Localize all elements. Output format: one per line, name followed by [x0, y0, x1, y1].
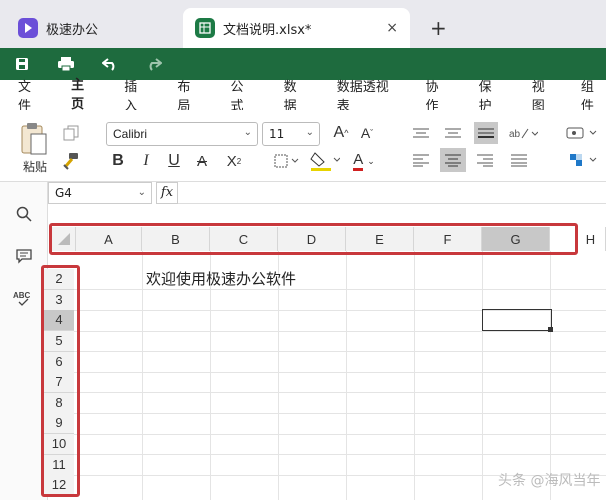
cell-b2-content[interactable]: 欢迎使用极速办公软件	[146, 268, 296, 289]
chevron-down-icon: ⌄	[305, 127, 314, 138]
menu-insert[interactable]: 插入	[124, 76, 149, 114]
copy-icon[interactable]	[62, 124, 80, 142]
grow-font-label: A	[333, 124, 345, 141]
font-name-value: Calibri	[113, 127, 148, 141]
tab-document[interactable]: 文档说明.xlsx* ×	[183, 8, 410, 48]
ribbon	[0, 110, 606, 182]
column-header-h[interactable]: H	[576, 227, 606, 251]
align-left-icon[interactable]	[410, 150, 432, 170]
align-top-icon[interactable]	[410, 124, 432, 142]
app-logo-icon	[18, 18, 38, 38]
tab-label: 文档说明.xlsx*	[223, 22, 312, 38]
fx-button[interactable]: fx	[156, 182, 178, 204]
chevron-down-icon: ⌄	[137, 187, 146, 198]
align-middle-icon[interactable]	[442, 124, 464, 142]
menu-bar: 文件 主页 插入 布局 公式 数据 数据透视表 协作 保护 视图 组件	[0, 78, 606, 117]
font-size-value: 11	[269, 127, 285, 141]
strikethrough-button[interactable]: A	[192, 150, 212, 172]
justify-icon[interactable]	[508, 150, 530, 170]
sheet-grid[interactable]	[48, 222, 606, 500]
grid-line	[74, 351, 606, 352]
tab-bar: 极速办公 文档说明.xlsx* × +	[0, 0, 606, 48]
borders-icon[interactable]	[272, 150, 302, 172]
comment-icon[interactable]	[14, 246, 34, 266]
menu-view[interactable]: 视图	[532, 76, 557, 114]
font-color-label: A	[353, 151, 364, 171]
column-header-highlight	[49, 223, 578, 255]
menu-components[interactable]: 组件	[581, 76, 606, 114]
text-orientation-icon[interactable]: ab	[506, 122, 540, 144]
align-bottom-icon[interactable]	[474, 122, 498, 144]
align-center-icon[interactable]	[440, 148, 466, 172]
subscript-label: X	[226, 152, 237, 170]
font-size-select[interactable]: 11 ⌄	[262, 122, 320, 146]
shrink-font-label: A	[360, 125, 371, 141]
name-box-value: G4	[55, 186, 72, 200]
grid-line	[74, 434, 606, 435]
grid-line	[74, 454, 606, 455]
subscript-button[interactable]: X2	[220, 150, 248, 172]
italic-button[interactable]: I	[136, 150, 156, 172]
svg-text:ABC: ABC	[13, 291, 31, 300]
font-name-select[interactable]: Calibri ⌄	[106, 122, 258, 146]
grid-line	[74, 331, 606, 332]
shrink-font-button[interactable]: Aˇ	[356, 122, 378, 144]
menu-file[interactable]: 文件	[18, 76, 43, 114]
fill-handle[interactable]	[548, 327, 553, 332]
new-tab-button[interactable]: +	[430, 16, 447, 40]
search-icon[interactable]	[14, 204, 34, 224]
menu-layout[interactable]: 布局	[177, 76, 202, 114]
menu-formula[interactable]: 公式	[231, 76, 256, 114]
active-cell-g4[interactable]	[482, 309, 552, 331]
format-painter-icon[interactable]	[62, 152, 80, 170]
paste-label: 粘贴	[22, 159, 47, 174]
align-right-icon[interactable]	[474, 150, 496, 170]
underline-button[interactable]: U	[164, 150, 184, 172]
paste-icon[interactable]	[16, 120, 50, 158]
tab-app-home[interactable]: 极速办公	[6, 8, 176, 48]
menu-pivot-table[interactable]: 数据透视表	[337, 76, 400, 114]
grid-line	[74, 289, 606, 290]
row-header-highlight	[41, 265, 80, 497]
chevron-down-icon: ⌄	[243, 127, 252, 138]
close-icon[interactable]: ×	[386, 20, 398, 36]
spreadsheet-icon	[195, 18, 215, 38]
chevron-down-icon: ⌄	[367, 155, 375, 166]
watermark: 头条 @海风当年	[498, 473, 601, 489]
conditional-format-icon[interactable]	[566, 150, 602, 170]
menu-data[interactable]: 数据	[284, 76, 309, 114]
grid-line	[74, 372, 606, 373]
menu-collaborate[interactable]: 协作	[426, 76, 451, 114]
grow-font-button[interactable]: A ^	[330, 122, 352, 144]
number-format-icon[interactable]	[564, 122, 602, 144]
tab-label: 极速办公	[46, 22, 99, 38]
grid-line	[74, 392, 606, 393]
name-box[interactable]: G4 ⌄	[48, 182, 152, 204]
grid-line	[74, 413, 606, 414]
spellcheck-icon[interactable]: ABC	[12, 288, 36, 308]
bold-button[interactable]: B	[108, 150, 128, 172]
svg-text:ab: ab	[509, 129, 521, 140]
font-color-button[interactable]: A ⌄	[348, 148, 380, 174]
formula-input[interactable]	[178, 182, 606, 204]
menu-protect[interactable]: 保护	[479, 76, 504, 114]
fill-color-icon[interactable]	[308, 148, 342, 174]
